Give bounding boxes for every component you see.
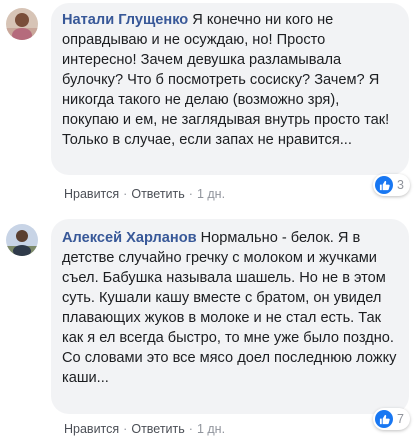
avatar[interactable] xyxy=(6,8,38,40)
separator: · xyxy=(188,422,193,436)
like-icon xyxy=(375,410,393,428)
comment-bubble: Натали Глущенко Я конечно ни кого не опра… xyxy=(51,3,409,175)
comment-time[interactable]: 1 дн. xyxy=(197,422,225,436)
comment-actions: Нравится · Ответить · 1 дн. xyxy=(64,422,225,436)
comment-body: Я конечно ни кого не оправдываю и не осу… xyxy=(62,12,390,148)
reply-link[interactable]: Ответить xyxy=(131,187,184,201)
avatar[interactable] xyxy=(6,224,38,256)
reaction-count[interactable]: 3 xyxy=(373,174,410,196)
separator: · xyxy=(123,422,128,436)
comment-bubble: Алексей Харланов Нормально - белок. Я в д… xyxy=(51,219,409,414)
reply-link[interactable]: Ответить xyxy=(131,422,184,436)
like-icon xyxy=(375,176,393,194)
reaction-count[interactable]: 7 xyxy=(373,408,410,430)
separator: · xyxy=(123,187,128,201)
reaction-number: 7 xyxy=(397,412,404,426)
comment-body: Нормально - белок. Я в детстве случайно … xyxy=(62,230,397,386)
comment-author[interactable]: Натали Глущенко xyxy=(62,12,188,28)
reaction-number: 3 xyxy=(397,178,404,192)
like-link[interactable]: Нравится xyxy=(64,187,119,201)
comment-time[interactable]: 1 дн. xyxy=(197,187,225,201)
comment-actions: Нравится · Ответить · 1 дн. xyxy=(64,187,225,201)
separator: · xyxy=(188,187,193,201)
like-link[interactable]: Нравится xyxy=(64,422,119,436)
comment-author[interactable]: Алексей Харланов xyxy=(62,230,197,246)
